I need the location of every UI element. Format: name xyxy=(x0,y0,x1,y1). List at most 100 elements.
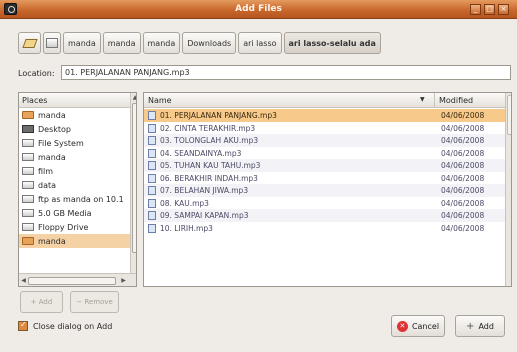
places-item[interactable]: Desktop xyxy=(19,122,136,136)
checkbox-checked-icon[interactable] xyxy=(18,320,28,331)
places-horizontal-scrollbar[interactable]: ◀ ▶ xyxy=(19,273,136,286)
path-button[interactable]: manda xyxy=(102,32,141,54)
file-modified: 04/06/2008 xyxy=(441,173,485,183)
places-header[interactable]: Places xyxy=(19,93,136,108)
modified-column-header[interactable]: Modified xyxy=(434,93,477,108)
file-modified: 04/06/2008 xyxy=(441,111,485,120)
places-item-selected[interactable]: manda xyxy=(19,234,136,248)
places-item-label: ftp as manda on 10.1 xyxy=(38,194,124,204)
location-input[interactable]: 01. PERJALANAN PANJANG.mp3 xyxy=(61,65,511,80)
file-row[interactable]: 05. TUHAN KAU TAHU.mp3 04/06/2008 xyxy=(144,159,505,172)
file-name: 09. SAMPAI KAPAN.mp3 xyxy=(160,211,249,220)
path-bar: manda manda manda Downloads ari lasso ar… xyxy=(18,32,381,54)
scroll-thumb[interactable] xyxy=(507,95,511,135)
name-column-header[interactable]: Name xyxy=(148,96,172,105)
file-modified: 04/06/2008 xyxy=(441,211,485,220)
cancel-icon: ✕ xyxy=(396,320,408,332)
places-item[interactable]: film xyxy=(19,164,136,178)
maximize-button[interactable]: □ xyxy=(484,4,495,15)
plus-icon: + xyxy=(30,298,37,306)
cancel-label: Cancel xyxy=(411,321,440,331)
drive-icon xyxy=(22,167,34,175)
close-dialog-label: Close dialog on Add xyxy=(33,321,113,331)
audio-file-icon xyxy=(148,173,156,183)
places-item[interactable]: manda xyxy=(19,108,136,122)
scroll-left-icon[interactable]: ◀ xyxy=(20,277,27,284)
audio-file-icon xyxy=(148,198,156,208)
scroll-thumb[interactable] xyxy=(28,277,116,285)
scroll-right-icon[interactable]: ▶ xyxy=(120,277,127,284)
file-row[interactable]: 03. TOLONGLAH AKU.mp3 04/06/2008 xyxy=(144,134,505,147)
places-item-label: manda xyxy=(38,152,66,162)
path-button-current[interactable]: ari lasso-selalu ada xyxy=(283,32,381,54)
file-name: 02. CINTA TERAKHIR.mp3 xyxy=(160,123,256,133)
path-root-button[interactable] xyxy=(43,32,61,54)
drive-icon xyxy=(22,209,34,217)
remove-place-button[interactable]: − Remove xyxy=(70,291,119,313)
minimize-button[interactable]: _ xyxy=(470,4,481,15)
file-name: 08. KAU.mp3 xyxy=(160,198,209,208)
file-name: 03. TOLONGLAH AKU.mp3 xyxy=(160,136,259,145)
scroll-up-icon[interactable]: ▲ xyxy=(132,94,136,101)
add-label: Add xyxy=(478,321,494,331)
places-item[interactable]: ftp as manda on 10.1 xyxy=(19,192,136,206)
audio-file-icon xyxy=(148,223,156,233)
audio-file-icon xyxy=(148,123,156,133)
file-modified: 04/06/2008 xyxy=(441,186,485,195)
places-item-label: 5.0 GB Media xyxy=(38,208,92,218)
file-row[interactable]: 08. KAU.mp3 04/06/2008 xyxy=(144,197,505,210)
path-button[interactable]: Downloads xyxy=(182,32,237,54)
places-item[interactable]: File System xyxy=(19,136,136,150)
plus-icon: + xyxy=(466,320,475,332)
folder-icon xyxy=(22,237,34,245)
places-item-label: manda xyxy=(38,110,66,120)
file-row[interactable]: 06. BERAKHIR INDAH.mp3 04/06/2008 xyxy=(144,172,505,185)
file-modified: 04/06/2008 xyxy=(441,136,485,145)
places-item-label: Desktop xyxy=(38,124,71,134)
places-panel: Places manda Desktop File System manda f… xyxy=(18,92,137,287)
type-location-toggle-button[interactable] xyxy=(18,32,41,54)
add-place-label: Add xyxy=(38,298,53,306)
places-item-label: data xyxy=(38,180,57,190)
places-item[interactable]: manda xyxy=(19,150,136,164)
file-row-selected[interactable]: 01. PERJALANAN PANJANG.mp3 04/06/2008 xyxy=(144,109,505,122)
file-name: 06. BERAKHIR INDAH.mp3 xyxy=(160,173,258,183)
file-modified: 04/06/2008 xyxy=(441,148,485,158)
audio-file-icon xyxy=(148,161,156,170)
close-dialog-checkbox[interactable]: Close dialog on Add xyxy=(18,320,113,331)
places-item[interactable]: data xyxy=(19,178,136,192)
add-place-button[interactable]: + Add xyxy=(20,291,63,313)
places-vertical-scrollbar[interactable]: ▲ xyxy=(130,93,136,273)
close-button[interactable]: × xyxy=(498,4,509,15)
pencil-icon xyxy=(21,38,38,48)
places-item[interactable]: Floppy Drive xyxy=(19,220,136,234)
path-button[interactable]: ari lasso xyxy=(238,32,282,54)
places-item-label: File System xyxy=(38,138,84,148)
path-button[interactable]: manda xyxy=(63,32,101,54)
network-drive-icon xyxy=(22,195,34,203)
file-modified: 04/06/2008 xyxy=(441,123,485,133)
path-button[interactable]: manda xyxy=(142,32,181,54)
file-name: 05. TUHAN KAU TAHU.mp3 xyxy=(160,161,261,170)
places-item-label: manda xyxy=(38,236,66,246)
sort-descending-icon[interactable]: ▼ xyxy=(420,96,425,103)
file-modified: 04/06/2008 xyxy=(441,198,485,208)
cancel-button[interactable]: ✕ Cancel xyxy=(391,315,445,337)
file-row[interactable]: 10. LIRIH.mp3 04/06/2008 xyxy=(144,222,505,235)
minus-icon: − xyxy=(76,298,83,306)
audio-file-icon xyxy=(148,186,156,195)
folder-icon xyxy=(22,111,34,119)
file-list-scrollbar[interactable] xyxy=(505,93,511,286)
drive-icon xyxy=(22,153,34,161)
audio-file-icon xyxy=(148,211,156,220)
file-row[interactable]: 09. SAMPAI KAPAN.mp3 04/06/2008 xyxy=(144,209,505,222)
file-modified: 04/06/2008 xyxy=(441,161,485,170)
file-row[interactable]: 04. SEANDAINYA.mp3 04/06/2008 xyxy=(144,147,505,160)
scroll-thumb[interactable] xyxy=(132,103,136,253)
places-item-label: Floppy Drive xyxy=(38,222,89,232)
location-label: Location: xyxy=(18,69,55,78)
file-row[interactable]: 02. CINTA TERAKHIR.mp3 04/06/2008 xyxy=(144,122,505,135)
file-row[interactable]: 07. BELAHAN JIWA.mp3 04/06/2008 xyxy=(144,184,505,197)
places-item[interactable]: 5.0 GB Media xyxy=(19,206,136,220)
add-button[interactable]: + Add xyxy=(455,315,505,337)
